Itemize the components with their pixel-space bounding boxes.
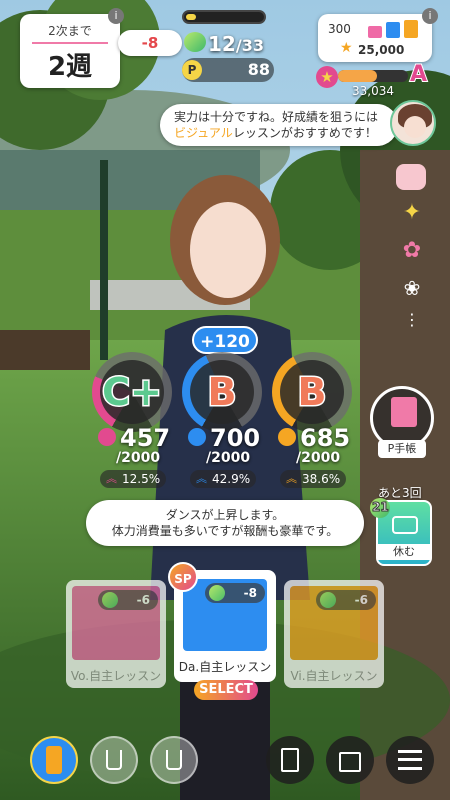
dance-icon <box>188 428 206 446</box>
lesson-card[interactable]: -6 Vi.自主レッスン <box>284 580 384 688</box>
menu-icon <box>398 750 422 770</box>
info-icon[interactable]: i <box>108 8 124 24</box>
sparkle-charm-icon[interactable]: ✦ <box>398 200 426 228</box>
game-screen: 2次まで 2週 i -8 12/33 P 88 300 ★ 25,000 i ★… <box>0 0 450 800</box>
sp-badge: SP <box>168 562 198 592</box>
lesson-hp-cost: -8 <box>205 583 265 603</box>
week-counter: 2次まで 2週 <box>20 14 120 88</box>
advice-bubble: 実力は十分ですね。好成績を狙うには ビジュアルレッスンがおすすめです！ <box>160 104 398 146</box>
support-bars-icon <box>368 20 422 38</box>
drink-can-button[interactable] <box>30 736 78 784</box>
flower-charm-icon[interactable]: ✿ <box>398 238 426 266</box>
p-coin-icon: P <box>182 60 202 80</box>
lesson-description-line1: ダンスが上昇します。 <box>165 508 285 522</box>
score-star-icon: ★ <box>316 66 338 88</box>
menu-button[interactable] <box>386 736 434 784</box>
week-counter-divider <box>32 42 108 44</box>
hp-top-bar-fill <box>186 14 196 20</box>
stat-max: /2000 <box>206 450 251 466</box>
lesson-label: Vi.自主レッスン <box>290 669 378 683</box>
stat-percent-badge: ︽ 42.9% <box>190 470 257 488</box>
advice-line2: レッスンがおすすめです！ <box>232 126 377 140</box>
stat-gauge: B <box>182 352 262 432</box>
empty-drink-slot-2[interactable] <box>150 736 198 784</box>
stat-percent-badge: ︽ 12.5% <box>100 470 167 488</box>
more-items-icon[interactable]: ⋮ <box>404 310 420 330</box>
stat-value: 685 <box>300 424 351 452</box>
rest-label: 休む <box>378 544 430 560</box>
sofa-icon <box>392 516 418 534</box>
hp-top-bar <box>182 10 266 24</box>
visual-icon <box>278 428 296 446</box>
stat-max: /2000 <box>296 450 341 466</box>
document-icon <box>281 748 299 772</box>
hp-icon <box>184 32 206 52</box>
stat-rank: B <box>206 369 238 416</box>
bouquet-charm-icon[interactable]: ❀ <box>398 276 426 306</box>
deck-button[interactable] <box>266 736 314 784</box>
stat-value: 457 <box>120 424 171 452</box>
p-notebook-label: P手帳 <box>378 440 426 458</box>
lesson-label: Vo.自主レッスン <box>70 669 162 683</box>
stat-percent: 42.9% <box>212 472 251 486</box>
stat-percent: 12.5% <box>122 472 161 486</box>
advice-line1: 実力は十分ですね。好成績を狙うには <box>174 110 379 124</box>
rest-hp-value: 21 <box>372 500 390 515</box>
score-rank: A <box>409 61 428 88</box>
score-value: 33,034 <box>352 84 394 98</box>
info-icon-right[interactable]: i <box>422 8 438 24</box>
week-counter-value: 2週 <box>47 52 93 82</box>
lesson-label: Da.自主レッスン <box>178 660 272 674</box>
double-chevron-up-icon: ︽ <box>196 472 207 485</box>
lesson-card[interactable]: -6 Vo.自主レッスン <box>66 580 166 688</box>
stat-gauge: C+ <box>92 352 172 432</box>
advice-line2-wrap: ビジュアルレッスンがおすすめです！ <box>174 125 388 141</box>
drink-can-icon <box>46 746 62 774</box>
advice-highlight: ビジュアル <box>174 126 233 140</box>
hp-value: 12/33 <box>208 32 264 56</box>
score-bar-fill <box>338 70 377 82</box>
microphone-icon <box>98 428 116 446</box>
stat-max: /2000 <box>116 450 161 466</box>
stat-gain-badge: +120 <box>192 326 258 354</box>
hp-delta-badge: -8 <box>118 30 182 56</box>
select-label: SELECT <box>194 680 258 700</box>
lesson-hp-cost: -6 <box>98 590 158 610</box>
pouch-icon[interactable] <box>396 164 426 190</box>
empty-drink-slot-1[interactable] <box>90 736 138 784</box>
week-counter-label: 2次まで <box>48 24 92 38</box>
support-summary[interactable]: 300 ★ 25,000 <box>318 14 432 62</box>
lesson-description-line2: 体力消費量も多いですが報酬も豪華です。 <box>111 524 339 538</box>
support-points: 25,000 <box>358 43 405 57</box>
notebook-icon <box>391 397 417 427</box>
empty-cup-icon <box>106 750 122 770</box>
stat-percent-badge: ︽ 38.6% <box>280 470 347 488</box>
producer-avatar[interactable] <box>390 100 436 146</box>
hp-max: /33 <box>235 36 264 55</box>
support-count: 300 <box>328 22 351 36</box>
shop-button[interactable] <box>326 736 374 784</box>
stat-rank: B <box>296 369 328 416</box>
lesson-description: ダンスが上昇します。 体力消費量も多いですが報酬も豪華です。 <box>86 500 364 546</box>
score-bar <box>338 70 408 82</box>
double-chevron-up-icon: ︽ <box>106 472 117 485</box>
double-chevron-up-icon: ︽ <box>286 472 297 485</box>
empty-cup-icon <box>166 750 182 770</box>
shop-icon <box>339 752 361 772</box>
lesson-hp-cost: -6 <box>316 590 376 610</box>
hp-current: 12 <box>208 32 236 56</box>
support-star-icon: ★ <box>340 40 353 56</box>
p-points-value: 88 <box>247 60 270 79</box>
stat-value: 700 <box>210 424 261 452</box>
stat-rank: C+ <box>101 369 164 416</box>
stat-percent: 38.6% <box>302 472 341 486</box>
stat-gauge: B <box>272 352 352 432</box>
